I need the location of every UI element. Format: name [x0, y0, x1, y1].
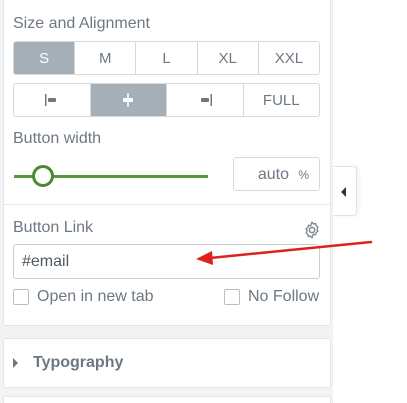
controls-panel: Size and Alignment S M L XL XXL FULL But…	[0, 0, 333, 403]
size-option-xxl[interactable]: XXL	[259, 42, 319, 74]
align-right-button[interactable]	[167, 84, 244, 116]
open-new-tab-checkbox[interactable]	[13, 289, 29, 305]
align-full-button[interactable]: FULL	[244, 84, 320, 116]
width-value-input[interactable]: auto %	[233, 157, 320, 191]
collapse-panel-button[interactable]	[333, 166, 357, 216]
size-selector: S M L XL XXL	[13, 41, 320, 75]
expand-caret-icon	[13, 358, 18, 368]
alignment-selector: FULL	[13, 83, 320, 117]
size-option-s[interactable]: S	[14, 42, 76, 74]
size-option-l[interactable]: L	[136, 42, 198, 74]
align-center-button[interactable]	[90, 84, 167, 116]
button-link-title: Button Link	[13, 219, 94, 236]
section-divider	[3, 204, 331, 205]
typography-label: Typography	[33, 354, 124, 371]
align-center-icon	[123, 93, 134, 107]
typography-section[interactable]: Typography	[3, 338, 331, 388]
size-alignment-title: Size and Alignment	[13, 15, 150, 32]
size-option-m[interactable]: M	[75, 42, 137, 74]
button-width-title: Button width	[13, 130, 102, 147]
no-follow-label[interactable]: No Follow	[248, 288, 319, 306]
next-section-card	[3, 396, 331, 403]
size-option-xl[interactable]: XL	[198, 42, 259, 74]
no-follow-checkbox[interactable]	[224, 289, 240, 305]
width-unit: %	[298, 168, 309, 182]
align-right-icon	[200, 94, 212, 106]
align-left-button[interactable]	[14, 84, 91, 116]
width-value: auto	[257, 166, 289, 183]
button-link-input[interactable]: #email	[13, 244, 320, 279]
open-new-tab-label[interactable]: Open in new tab	[37, 288, 154, 306]
gear-icon[interactable]	[302, 220, 322, 240]
caret-left-icon	[341, 187, 346, 197]
width-slider-handle[interactable]	[32, 165, 55, 187]
align-left-icon	[44, 94, 56, 106]
